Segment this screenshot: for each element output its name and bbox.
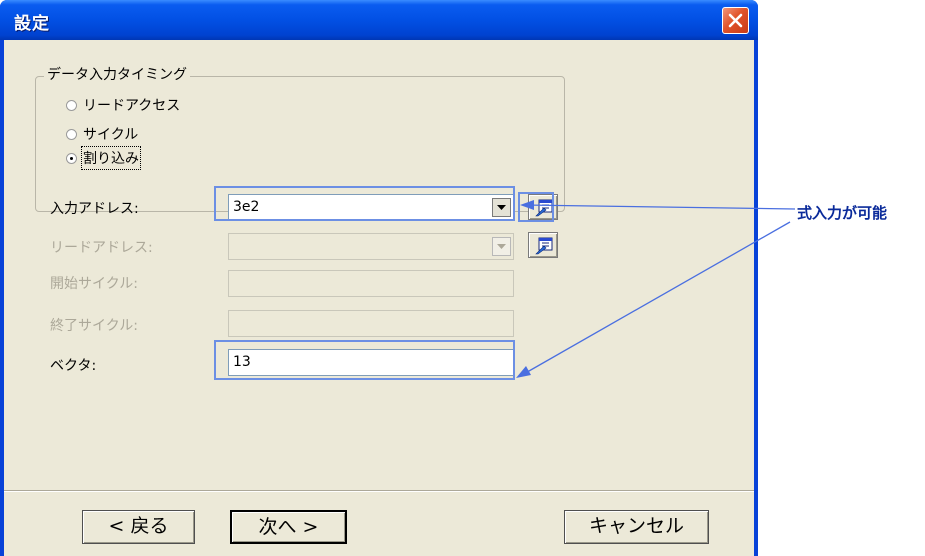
annotation-line-input-address (523, 204, 796, 210)
expression-annotation: 式入力が可能 (797, 204, 888, 222)
annotation-arrows (516, 200, 796, 378)
arrowhead-icon (520, 200, 534, 210)
annotation-line-vector (521, 221, 791, 376)
arrowhead-icon (516, 366, 531, 378)
